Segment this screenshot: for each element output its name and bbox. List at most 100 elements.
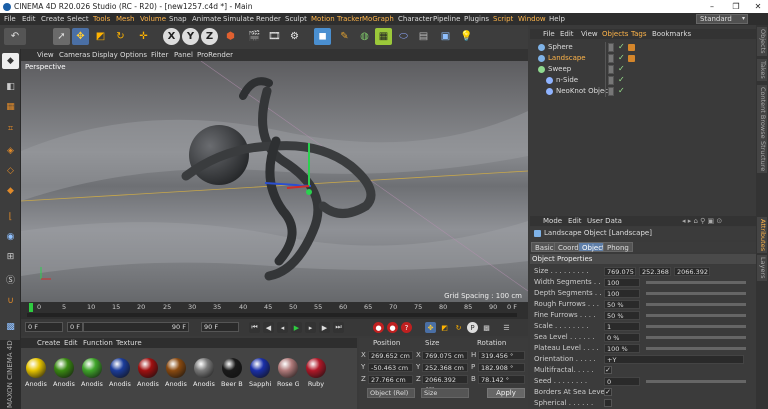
grid-icon[interactable]: ▩ — [2, 319, 19, 335]
menu-mograph[interactable]: MoGraph — [362, 13, 394, 25]
landscape-icon[interactable]: ▤ — [415, 28, 432, 45]
tweak-mode-icon[interactable]: ◉ — [2, 229, 19, 245]
end-frame-field[interactable]: 90 F — [201, 322, 239, 332]
menu-plugins[interactable]: Plugins — [464, 13, 489, 25]
attribute-value-field[interactable]: 100 — [604, 278, 640, 287]
workplane-icon[interactable]: ⌗ — [2, 121, 19, 137]
rotation-track-icon[interactable]: ↻ — [453, 322, 464, 333]
object-row[interactable]: Sphere ✓ — [530, 42, 756, 53]
viewport-menu-cameras[interactable]: Cameras — [59, 49, 90, 61]
object-properties-section[interactable]: Object Properties — [530, 254, 756, 264]
next-frame-icon[interactable]: ▸ — [305, 322, 316, 333]
attribute-slider[interactable] — [646, 292, 746, 295]
axis-mode-icon[interactable]: ⌊ — [2, 209, 19, 225]
menu-motion-tracker[interactable]: Motion Tracker — [311, 13, 362, 25]
attribute-slider[interactable] — [646, 347, 746, 350]
viewport-menu-options[interactable]: Options — [120, 49, 147, 61]
move-icon[interactable]: ✥ — [72, 28, 89, 45]
array-icon[interactable]: ▦ — [375, 28, 392, 45]
side-tab-objects[interactable]: Objects — [757, 27, 767, 56]
material-swatch[interactable]: Ruby — [305, 358, 327, 392]
snap-icon[interactable]: ⊞ — [2, 249, 19, 265]
attribute-slider[interactable] — [646, 281, 746, 284]
x-axis-handle[interactable] — [286, 185, 310, 189]
attribute-value-field[interactable]: +Y — [604, 355, 744, 364]
material-swatch[interactable]: Anodise — [53, 358, 75, 392]
next-key-icon[interactable]: ▶ — [319, 322, 330, 333]
position-x-field[interactable]: 269.652 cm — [368, 351, 413, 360]
menu-pipeline[interactable]: Pipeline — [433, 13, 460, 25]
y-axis-icon[interactable]: Y — [182, 28, 199, 45]
viewport-menu-filter[interactable]: Filter — [151, 49, 168, 61]
visibility-toggle[interactable] — [608, 43, 614, 52]
attribute-value-field[interactable]: 769.075 c — [604, 267, 636, 276]
objects-menu-tags[interactable]: Tags — [631, 29, 647, 39]
x-axis-icon[interactable]: X — [163, 28, 180, 45]
coordinate-mode-dropdown[interactable]: Object (Rel) — [367, 388, 415, 398]
viewport-menu-display[interactable]: Display — [92, 49, 118, 61]
object-name[interactable]: Landscape — [548, 54, 586, 62]
menu-edit[interactable]: Edit — [22, 13, 36, 25]
material-swatch[interactable]: Beer Bo — [221, 358, 243, 392]
rotation-p-field[interactable]: 182.908 ° — [478, 363, 525, 372]
camera-icon[interactable]: ▣ — [437, 28, 454, 45]
side-tab-layers[interactable]: Layers — [757, 255, 767, 281]
material-menu-create[interactable]: Create — [37, 338, 60, 348]
attribute-value-field[interactable]: 100 — [604, 289, 640, 298]
previous-frame-icon[interactable]: ◂ — [277, 322, 288, 333]
cube-icon[interactable]: ◼ — [314, 28, 331, 45]
current-frame-field[interactable]: 0 F — [25, 322, 63, 332]
visibility-toggle[interactable] — [608, 54, 614, 63]
render-view-icon[interactable]: 🎬 — [246, 28, 263, 45]
attribute-slider[interactable] — [646, 380, 746, 383]
coordinate-system-icon[interactable]: ⬢ — [222, 28, 239, 45]
visibility-toggle[interactable] — [608, 76, 614, 85]
enable-check-icon[interactable]: ✓ — [618, 75, 625, 84]
object-row[interactable]: Sweep ✓ — [530, 64, 756, 75]
rotation-b-field[interactable]: 78.142 ° — [478, 375, 525, 384]
attribute-value-field[interactable]: 0 — [604, 377, 640, 386]
attribute-value-field[interactable]: 1 — [604, 322, 640, 331]
attribute-value-field[interactable]: 0 % — [604, 333, 640, 342]
pen-icon[interactable]: ✎ — [336, 28, 353, 45]
attribute-slider[interactable] — [646, 314, 746, 317]
attribute-checkbox[interactable]: ✓ — [604, 366, 612, 374]
objects-menu-edit[interactable]: Edit — [560, 29, 574, 39]
play-icon[interactable]: ▶ — [291, 322, 302, 333]
timeline-current-marker[interactable] — [29, 303, 33, 312]
attribute-value-field[interactable]: 50 % — [604, 300, 640, 309]
texture-mode-icon[interactable]: ▦ — [2, 99, 19, 115]
previous-key-icon[interactable]: ◀ — [263, 322, 274, 333]
select-live-icon[interactable]: ➚ — [53, 28, 70, 45]
timeline[interactable]: 0 5 10 15 20 25 30 35 40 45 50 55 60 65 … — [21, 302, 528, 319]
model-mode-icon[interactable]: ◧ — [2, 79, 19, 95]
close-button[interactable]: ✕ — [750, 0, 766, 13]
deformer-icon[interactable]: ⬭ — [395, 28, 412, 45]
timeline-options-icon[interactable]: ☰ — [501, 322, 512, 333]
enable-check-icon[interactable]: ✓ — [618, 53, 625, 62]
viewport-menu-view[interactable]: View — [37, 49, 54, 61]
menu-help[interactable]: Help — [549, 13, 565, 25]
go-to-end-icon[interactable]: ⏭ — [333, 322, 344, 333]
attribute-value-field[interactable]: 252.368 c — [639, 267, 671, 276]
attribute-checkbox[interactable]: ✓ — [604, 388, 612, 396]
render-picture-viewer-icon[interactable]: 🎞 — [266, 28, 283, 45]
points-mode-icon[interactable]: ◈ — [2, 143, 19, 159]
material-swatch[interactable]: Anodise — [165, 358, 187, 392]
solo-icon[interactable]: Ⓢ — [2, 271, 19, 287]
edit-render-settings-icon[interactable]: ⚙ — [286, 28, 303, 45]
parameter-track-icon[interactable]: P — [467, 322, 478, 333]
attribute-slider[interactable] — [646, 303, 746, 306]
attributes-menu-user-data[interactable]: User Data — [587, 216, 622, 226]
material-tag-icon[interactable] — [628, 44, 635, 51]
menu-character[interactable]: Character — [398, 13, 433, 25]
material-tag-icon[interactable] — [628, 55, 635, 62]
object-name[interactable]: n-Side — [556, 76, 578, 84]
attribute-slider[interactable] — [646, 325, 746, 328]
object-name[interactable]: NeoKnot Object — [556, 87, 611, 95]
attributes-nav-icons[interactable]: ◂ ▸ ⌂ ⚲ ▣ ⊙ — [682, 216, 722, 226]
record-icon[interactable]: ● — [373, 322, 384, 333]
menu-script[interactable]: Script — [493, 13, 513, 25]
object-row[interactable]: n-Side ✓ — [530, 75, 756, 86]
layout-selector[interactable]: Layout: Standard — [696, 14, 748, 24]
